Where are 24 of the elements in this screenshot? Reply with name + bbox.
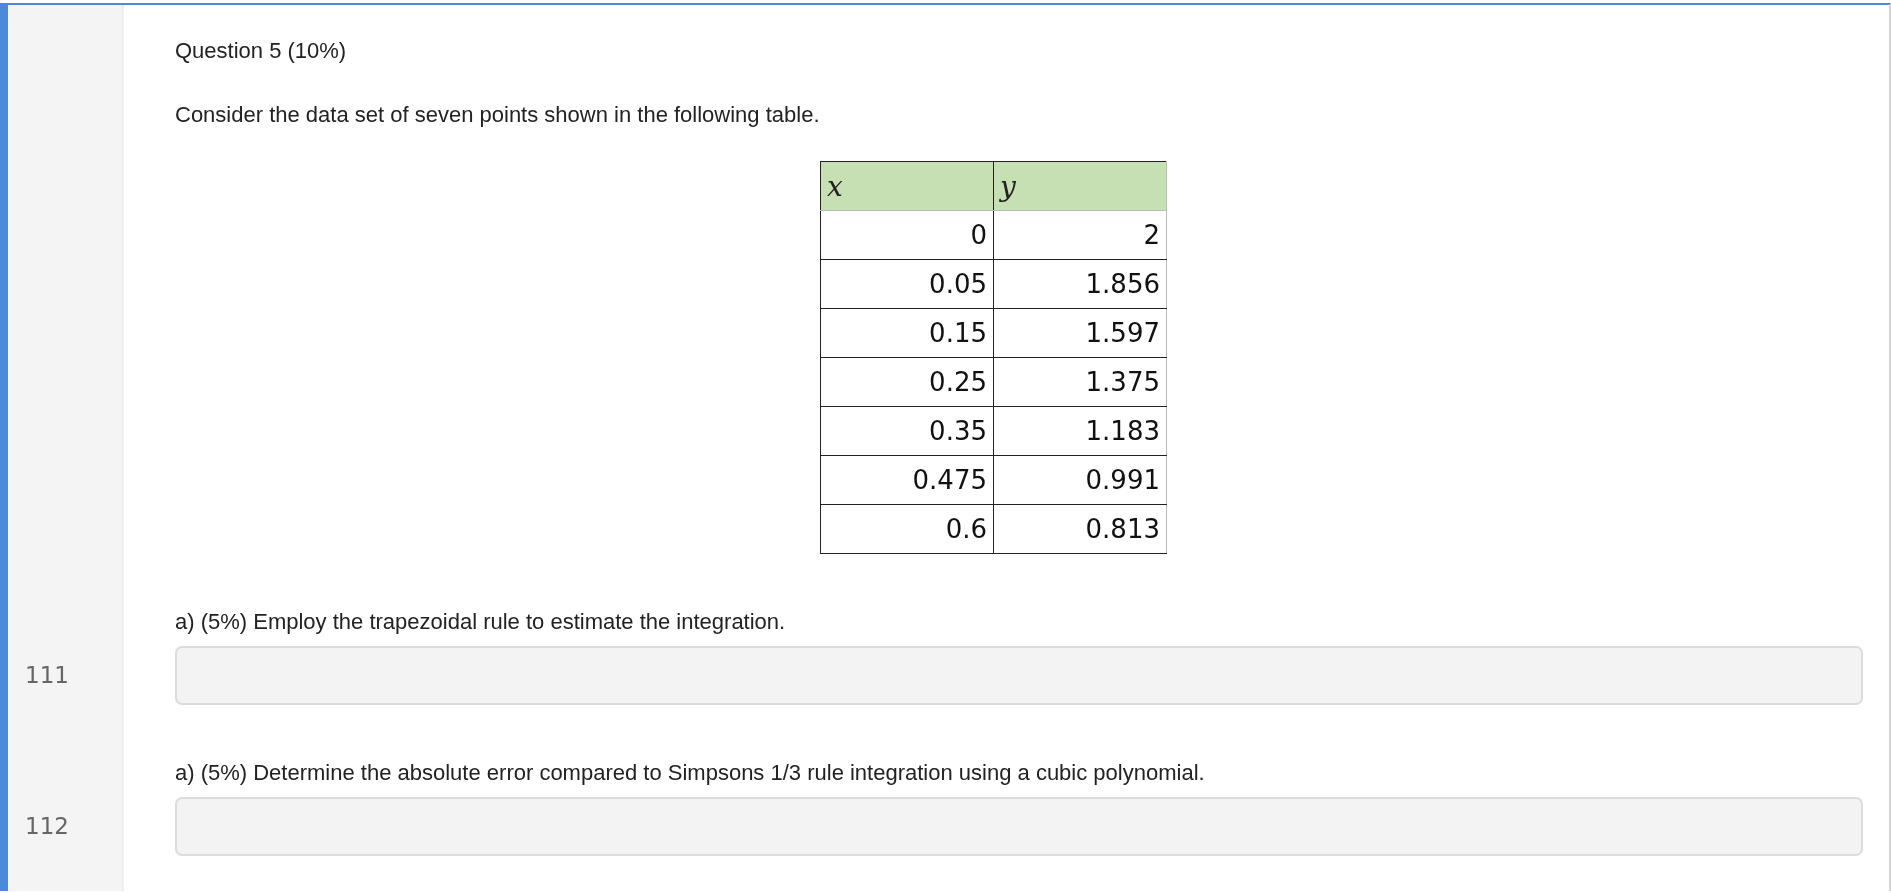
line-number: 112 [25, 812, 69, 841]
table-cell: 1.597 [993, 308, 1167, 358]
table-cell: 0.35 [820, 406, 994, 456]
table-cell: 0.25 [820, 357, 994, 407]
column-header: x [820, 161, 994, 211]
answer-field[interactable] [175, 646, 1863, 705]
table-cell: 0.05 [820, 259, 994, 309]
table-cell: 0.813 [993, 504, 1167, 554]
table-cell: 1.375 [993, 357, 1167, 407]
table-cell: 0.475 [820, 455, 994, 505]
answer-field[interactable] [175, 797, 1863, 856]
table-cell: 0.6 [820, 504, 994, 554]
table-cell: 0.991 [993, 455, 1167, 505]
table-cell: 0.15 [820, 308, 994, 358]
question-title: Question 5 (10%) [175, 37, 348, 65]
table-cell: 1.856 [993, 259, 1167, 309]
table-cell: 1.183 [993, 406, 1167, 456]
table-cell: 2 [993, 210, 1167, 260]
question-text: a) (5%) Determine the absolute error compared to Simpsons 1/3 rule integration using a cubic polynomial. [175, 759, 1206, 787]
table-cell: 0 [820, 210, 994, 260]
question-text: a) (5%) Employ the trapezoidal rule to estimate the integration. [175, 608, 787, 636]
question-text: Consider the data set of seven points shown in the following table. [175, 101, 821, 129]
line-number: 111 [25, 661, 69, 690]
column-header: y [993, 161, 1167, 211]
